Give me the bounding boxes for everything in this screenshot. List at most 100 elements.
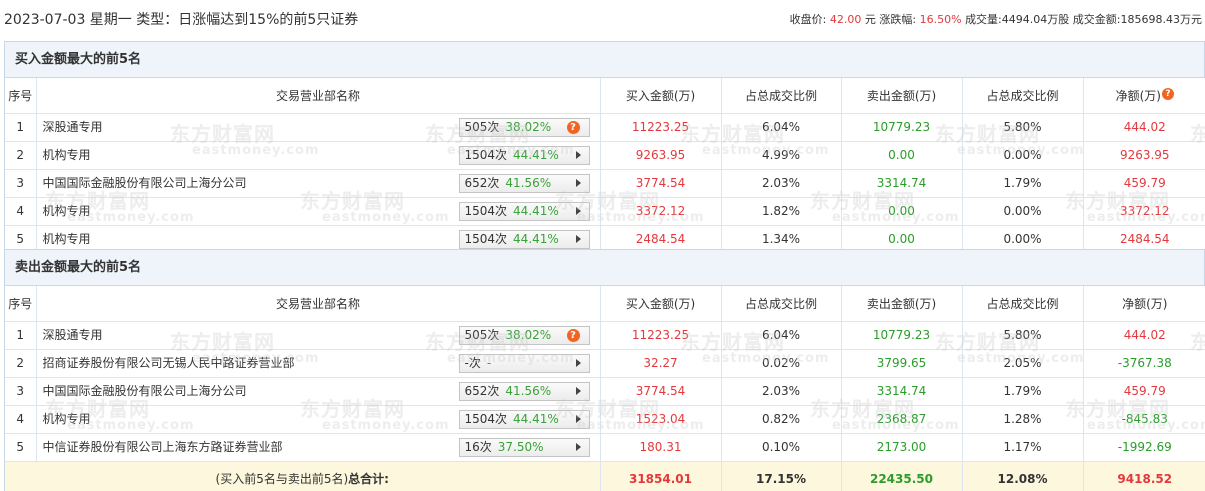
net-amount: 9263.95 xyxy=(1083,141,1205,170)
total-net: 9418.52 xyxy=(1083,461,1205,491)
col-buy: 买入金额(万) xyxy=(600,286,722,322)
appearance-count: 505次 xyxy=(464,327,500,342)
row-seq: 1 xyxy=(5,321,37,350)
table-row: 4 机构专用 1504次 44.41% 1523.04 0.82% 2368.87 1.28%… xyxy=(5,405,1205,434)
buy-table-body: 1 深股通专用 505次 38.02%? 11223.25 6.04% 10779.23 5.… xyxy=(5,113,1205,254)
sell-amount: 3799.65 xyxy=(841,349,963,378)
play-arrow-icon xyxy=(575,150,581,159)
row-seq: 4 xyxy=(5,405,37,434)
branch-history-button[interactable]: -次 - xyxy=(458,353,590,373)
buy-table: 序号 交易营业部名称 买入金额(万) 占总成交比例 卖出金额(万) 占总成交比例… xyxy=(5,78,1205,254)
branch-name-cell: 机构专用 1504次 44.41% xyxy=(36,197,601,226)
page-title: 2023-07-03 星期一 类型：日涨幅达到15%的前5只证券 xyxy=(4,12,359,28)
table-row: 2 招商证券股份有限公司无锡人民中路证券营业部 -次 - 32.27 0.02% 3799.… xyxy=(5,349,1205,378)
win-rate: 37.50% xyxy=(497,439,544,454)
total-label-bold: 总合计: xyxy=(348,472,389,486)
branch-name-cell: 中信证券股份有限公司上海东方路证券营业部 16次 37.50% xyxy=(36,433,601,462)
total-label-prefix: (买入前5名与卖出前5名) xyxy=(215,472,349,486)
net-amount: -3767.38 xyxy=(1083,349,1205,378)
col-seq: 序号 xyxy=(5,78,37,114)
play-arrow-icon xyxy=(575,178,581,187)
branch-name-cell: 招商证券股份有限公司无锡人民中路证券营业部 -次 - xyxy=(36,349,601,378)
sell-ratio: 5.80% xyxy=(962,321,1084,350)
win-rate: 41.56% xyxy=(505,175,552,190)
appearance-count: 505次 xyxy=(464,119,500,134)
sell-amount: 3314.74 xyxy=(841,169,963,198)
col-name: 交易营业部名称 xyxy=(36,286,601,322)
branch-name: 机构专用 xyxy=(42,203,91,218)
appearance-count: 1504次 xyxy=(464,411,508,426)
buy-ratio: 2.03% xyxy=(721,377,842,406)
sell-panel: 卖出金额最大的前5名 序号 交易营业部名称 买入金额(万) 占总成交比例 卖出金… xyxy=(4,249,1205,491)
sell-table: 序号 交易营业部名称 买入金额(万) 占总成交比例 卖出金额(万) 占总成交比例… xyxy=(5,286,1205,491)
table-row: 3 中国国际金融股份有限公司上海分公司 652次 41.56% 3774.54 2.03%… xyxy=(5,377,1205,406)
sell-table-header: 序号 交易营业部名称 买入金额(万) 占总成交比例 卖出金额(万) 占总成交比例… xyxy=(5,286,1205,322)
row-seq: 1 xyxy=(5,113,37,142)
total-buy-ratio: 17.15% xyxy=(721,461,842,491)
col-seq: 序号 xyxy=(5,286,37,322)
branch-history-button[interactable]: 1504次 44.41% xyxy=(458,229,590,249)
win-rate: 44.41% xyxy=(513,411,559,426)
buy-amount: 9263.95 xyxy=(600,141,722,170)
appearance-count: 16次 xyxy=(464,439,492,454)
buy-amount: 1523.04 xyxy=(600,405,722,434)
buy-ratio: 0.82% xyxy=(721,405,842,434)
summary-bar: 2023-07-03 星期一 类型：日涨幅达到15%的前5只证券 收盘价: 42… xyxy=(0,0,1205,38)
total-sell: 22435.50 xyxy=(841,461,963,491)
branch-name: 深股通专用 xyxy=(42,119,103,134)
branch-name: 机构专用 xyxy=(42,411,91,426)
row-seq: 3 xyxy=(5,377,37,406)
appearance-count: 1504次 xyxy=(464,203,508,218)
play-arrow-icon xyxy=(575,386,581,395)
play-arrow-icon xyxy=(575,206,581,215)
branch-history-button[interactable]: 652次 41.56% xyxy=(458,173,590,193)
total-label: (买入前5名与卖出前5名)总合计: xyxy=(5,461,601,491)
buy-ratio: 6.04% xyxy=(721,321,842,350)
sell-ratio: 1.79% xyxy=(962,169,1084,198)
sell-amount: 3314.74 xyxy=(841,377,963,406)
branch-name: 中信证券股份有限公司上海东方路证券营业部 xyxy=(42,439,283,454)
sell-amount: 2173.00 xyxy=(841,433,963,462)
branch-name: 深股通专用 xyxy=(42,327,103,342)
sell-amount: 2368.87 xyxy=(841,405,963,434)
buy-ratio: 0.10% xyxy=(721,433,842,462)
sell-amount: 10779.23 xyxy=(841,113,963,142)
buy-amount: 3774.54 xyxy=(600,169,722,198)
branch-name: 招商证券股份有限公司无锡人民中路证券营业部 xyxy=(42,355,295,370)
col-buy-ratio: 占总成交比例 xyxy=(721,78,842,114)
play-arrow-icon xyxy=(575,414,581,423)
branch-history-button[interactable]: 652次 41.56% xyxy=(458,381,590,401)
branch-history-button[interactable]: 1504次 44.41% xyxy=(458,409,590,429)
branch-history-button[interactable]: 505次 38.02%? xyxy=(458,325,590,345)
branch-name-cell: 机构专用 1504次 44.41% xyxy=(36,405,601,434)
turnover-value: 185698.43万元 xyxy=(1120,13,1203,26)
table-row: 4 机构专用 1504次 44.41% 3372.12 1.82% 0.00 0.00% 337… xyxy=(5,197,1205,226)
branch-name: 中国国际金融股份有限公司上海分公司 xyxy=(42,175,247,190)
buy-amount: 180.31 xyxy=(600,433,722,462)
net-amount: 444.02 xyxy=(1083,321,1205,350)
question-icon[interactable]: ? xyxy=(1161,87,1174,100)
sell-amount: 0.00 xyxy=(841,141,963,170)
branch-history-button[interactable]: 505次 38.02%? xyxy=(458,117,590,137)
col-sell-ratio: 占总成交比例 xyxy=(962,286,1084,322)
col-name: 交易营业部名称 xyxy=(36,78,601,114)
branch-history-button[interactable]: 16次 37.50% xyxy=(458,437,590,457)
col-sell-ratio: 占总成交比例 xyxy=(962,78,1084,114)
buy-ratio: 4.99% xyxy=(721,141,842,170)
branch-name-cell: 深股通专用 505次 38.02%? xyxy=(36,113,601,142)
sell-ratio: 0.00% xyxy=(962,141,1084,170)
branch-history-button[interactable]: 1504次 44.41% xyxy=(458,145,590,165)
buy-ratio: 2.03% xyxy=(721,169,842,198)
question-icon: ? xyxy=(566,328,580,342)
net-amount: -845.83 xyxy=(1083,405,1205,434)
play-arrow-icon xyxy=(575,358,581,367)
branch-history-button[interactable]: 1504次 44.41% xyxy=(458,201,590,221)
col-buy: 买入金额(万) xyxy=(600,78,722,114)
row-seq: 2 xyxy=(5,349,37,378)
buy-ratio: 0.02% xyxy=(721,349,842,378)
sell-ratio: 2.05% xyxy=(962,349,1084,378)
win-rate: 38.02% xyxy=(505,119,552,134)
win-rate: 44.41% xyxy=(513,231,559,246)
appearance-count: 652次 xyxy=(464,383,500,398)
col-buy-ratio: 占总成交比例 xyxy=(721,286,842,322)
